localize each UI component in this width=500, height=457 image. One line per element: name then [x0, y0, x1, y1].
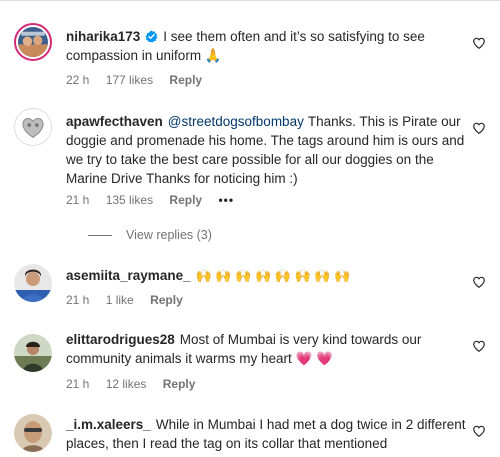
comment-time[interactable]: 21 h [66, 293, 89, 307]
comment-username[interactable]: asemiita_raymane_ [66, 268, 191, 283]
like-heart-icon[interactable] [472, 36, 486, 50]
avatar[interactable] [14, 414, 52, 452]
comment-body: apawfecthaven @streetdogsofbombay Thanks. … [66, 112, 466, 188]
verified-badge-icon [145, 29, 158, 43]
comment-username[interactable]: elittarodrigues28 [66, 332, 175, 347]
comment-username[interactable]: apawfecthaven [66, 114, 163, 129]
comment-likes[interactable]: 12 likes [106, 377, 147, 391]
comment-time[interactable]: 22 h [66, 73, 89, 87]
comment-body: elittarodrigues28 Most of Mumbai is very … [66, 330, 466, 368]
comment-meta: 21 h 1 like Reply [66, 293, 196, 307]
view-replies-label[interactable]: View replies (3) [126, 228, 212, 242]
divider [88, 235, 112, 237]
avatar[interactable] [14, 23, 52, 61]
comment-likes[interactable]: 135 likes [106, 193, 153, 207]
view-replies-button[interactable]: View replies (3) [88, 228, 212, 242]
like-heart-icon[interactable] [472, 424, 486, 438]
avatar[interactable] [14, 108, 52, 146]
comment-time[interactable]: 21 h [66, 193, 89, 207]
divider [0, 0, 500, 1]
avatar-image [18, 27, 48, 57]
like-heart-icon[interactable] [472, 121, 486, 135]
avatar-image [14, 414, 52, 452]
avatar-image [15, 109, 51, 145]
more-options-button[interactable]: ••• [218, 193, 234, 207]
reply-button[interactable]: Reply [150, 293, 183, 307]
like-heart-icon[interactable] [472, 275, 486, 289]
reply-button[interactable]: Reply [169, 73, 202, 87]
comment-meta: 21 h 135 likes Reply ••• [66, 193, 247, 207]
comment-text: 🙌 🙌 🙌 🙌 🙌 🙌 🙌 🙌 [195, 268, 351, 283]
comment-body: asemiita_raymane_ 🙌 🙌 🙌 🙌 🙌 🙌 🙌 🙌 [66, 266, 466, 285]
comment-likes[interactable]: 1 like [106, 293, 134, 307]
comment-likes[interactable]: 177 likes [106, 73, 153, 87]
previous-comment-fragment [0, 0, 500, 14]
comment-meta: 22 h 177 likes Reply [66, 73, 215, 87]
comment-time[interactable]: 21 h [66, 377, 89, 391]
reply-button[interactable]: Reply [163, 377, 196, 391]
comment-meta: 21 h 12 likes Reply [66, 377, 208, 391]
comment-username[interactable]: niharika173 [66, 29, 140, 44]
comment-body: _i.m.xaleers_ While in Mumbai I had met a… [66, 415, 466, 453]
avatar-image [14, 334, 52, 372]
comment-body: niharika173 I see them often and it’s so … [66, 27, 466, 65]
avatar-image [14, 264, 52, 302]
comment-username[interactable]: _i.m.xaleers_ [66, 417, 151, 432]
mention-link[interactable]: @streetdogsofbombay [168, 114, 304, 129]
avatar[interactable] [14, 264, 52, 302]
like-heart-icon[interactable] [472, 339, 486, 353]
avatar[interactable] [14, 334, 52, 372]
reply-button[interactable]: Reply [169, 193, 202, 207]
